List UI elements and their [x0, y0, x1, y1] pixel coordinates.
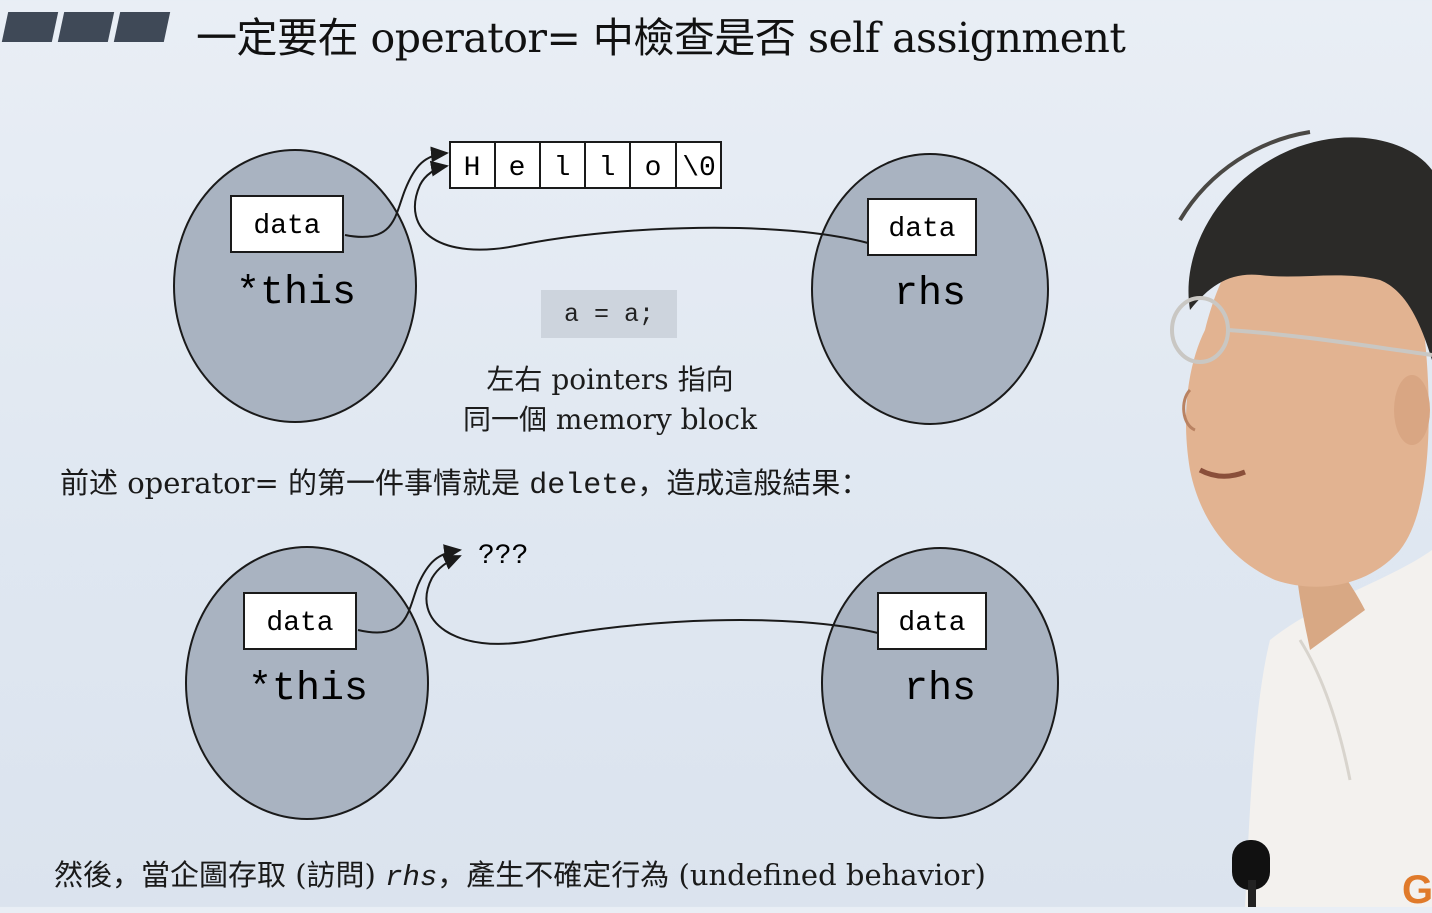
memory-cell: l	[554, 153, 571, 184]
memory-cell: \0	[682, 153, 716, 184]
unknown-target: ???	[478, 541, 528, 572]
undefined-behavior-text: 然後，當企圖存取 (訪問) rhs，產生不確定行為 (undefined beh…	[54, 855, 986, 898]
rhs-keyword: rhs	[385, 861, 438, 894]
undefined-behavior-prefix: 然後，當企圖存取 (訪問)	[54, 858, 386, 892]
this-label-top: *this	[236, 271, 356, 316]
memory-cell: H	[464, 153, 481, 184]
channel-logo: G	[1402, 868, 1432, 912]
this-data-label-bottom: data	[266, 608, 333, 639]
memory-cell: o	[645, 153, 662, 184]
rhs-label-top: rhs	[894, 272, 966, 317]
caption-line-1: 左右 pointers 指向	[486, 363, 734, 396]
hello-memory-block: H e l l o \0	[449, 141, 722, 189]
delete-explanation-prefix: 前述 operator= 的第一件事情就是	[60, 466, 530, 500]
delete-keyword: delete	[529, 469, 638, 503]
caption-line-2: 同一個 memory block	[463, 403, 757, 436]
delete-explanation-suffix: ，造成這般結果：	[637, 466, 870, 500]
memory-cell: e	[509, 153, 526, 184]
delete-explanation: 前述 operator= 的第一件事情就是 delete，造成這般結果：	[60, 463, 869, 506]
rhs-label-bottom: rhs	[904, 667, 976, 712]
pointer-caption: 左右 pointers 指向 同一個 memory block	[440, 360, 780, 440]
code-snippet: a = a;	[541, 290, 677, 338]
rhs-data-label-bottom: data	[898, 608, 965, 639]
this-data-label-top: data	[253, 211, 320, 242]
this-label-bottom: *this	[248, 667, 368, 712]
memory-cell: l	[599, 153, 616, 184]
presenter-image	[1170, 130, 1432, 907]
rhs-data-label-top: data	[888, 214, 955, 245]
undefined-behavior-suffix: ，產生不確定行為 (undefined behavior)	[437, 858, 986, 892]
